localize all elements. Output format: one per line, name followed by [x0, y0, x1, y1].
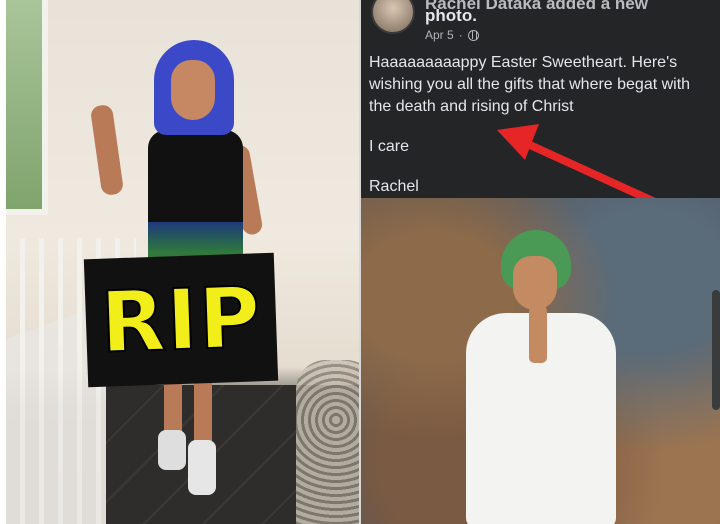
- scroll-edge: [712, 290, 720, 410]
- post-photo[interactable]: [361, 198, 720, 524]
- bullet: ·: [458, 28, 463, 42]
- window: [6, 0, 48, 215]
- post-date[interactable]: Apr 5: [425, 28, 454, 42]
- facebook-post: Rachel Dataka added a new photo. Apr 5 ·…: [361, 0, 720, 524]
- post-text-line: Haaaaaaaaappy Easter Sweetheart. Here's …: [369, 54, 691, 115]
- rip-text: RIP: [98, 267, 264, 373]
- praying-hands: [529, 303, 547, 363]
- wicker-chair: [296, 360, 359, 524]
- post-text-line: Rachel: [369, 178, 419, 195]
- post-meta: Apr 5 ·: [425, 28, 479, 42]
- left-photo: RIP: [6, 0, 359, 524]
- post-type: photo.: [425, 6, 477, 25]
- face: [513, 256, 557, 310]
- post-text-line: I care: [369, 138, 410, 155]
- sneaker: [188, 440, 216, 495]
- post-body: Haaaaaaaaappy Easter Sweetheart. Here's …: [369, 52, 709, 216]
- rip-overlay: RIP: [83, 252, 279, 388]
- globe-icon[interactable]: [467, 29, 479, 41]
- raised-arm: [89, 103, 125, 197]
- sneaker: [158, 430, 186, 470]
- face: [171, 60, 215, 120]
- author-avatar[interactable]: [371, 0, 415, 34]
